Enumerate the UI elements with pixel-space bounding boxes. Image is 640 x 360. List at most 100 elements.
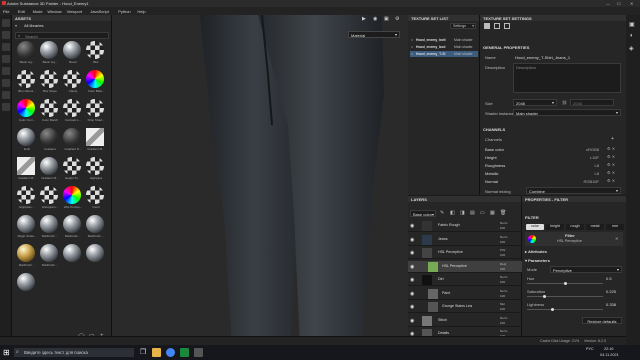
menu-item-javascript[interactable]: JavaScript [90, 9, 109, 14]
asset-tile[interactable]: Contrast L... [63, 99, 83, 123]
layer-row[interactable]: ◉ Grunge Stains Lea Mul 100 [408, 301, 522, 313]
eraser-icon[interactable] [2, 31, 10, 39]
visibility-eye-icon[interactable]: ◉ [410, 291, 414, 297]
radio-icon[interactable]: ○ [411, 52, 413, 56]
asset-tile[interactable]: Gradient [40, 128, 60, 152]
channel-toggle-metal[interactable]: metal [586, 224, 604, 230]
mesh-maps-tab-icon[interactable] [494, 23, 500, 29]
layer-name[interactable]: Paint [442, 291, 450, 295]
add-folder-icon[interactable]: ▭ [480, 210, 485, 216]
asset-tile[interactable]: Basic Lig... [17, 41, 37, 65]
display-settings-icon[interactable]: ⚙ [395, 16, 399, 22]
smudge-icon[interactable] [2, 67, 10, 75]
paint-brush-icon[interactable] [2, 19, 10, 27]
menu-item-edit[interactable]: Edit [18, 9, 25, 14]
task-view-icon[interactable]: ❐ [140, 348, 146, 356]
layer-name[interactable]: Dirt [438, 277, 444, 281]
param-value[interactable]: 0.225 [606, 289, 616, 294]
asset-tile[interactable]: Gradient M... [86, 128, 106, 152]
channel-options-icon[interactable]: ⚙ ✕ [607, 146, 615, 151]
filter-picker[interactable]: Filter HSL Perceptive ✕ [525, 232, 623, 246]
asset-tile[interactable]: MatFinish ... [63, 215, 83, 239]
menu-item-mode[interactable]: Mode [33, 9, 43, 14]
asset-tile[interactable]: Gradient M... [17, 157, 37, 181]
param-slider-track[interactable] [527, 309, 603, 310]
add-paint-layer-icon[interactable]: ▤ [470, 210, 475, 216]
material-picker-icon[interactable] [2, 103, 10, 111]
asset-tile[interactable]: Blur Slope [40, 70, 60, 94]
parameters-section[interactable]: ▾ Parameters [525, 258, 550, 263]
projection-icon[interactable] [2, 43, 10, 51]
layer-blend-mode[interactable]: Repl [500, 262, 506, 266]
param-slider-knob[interactable] [551, 308, 555, 311]
channel-row[interactable]: Height L16F ⚙ ✕ [485, 154, 623, 161]
play-icon[interactable]: ▶ [362, 16, 366, 22]
visibility-eye-icon[interactable]: ◉ [410, 318, 414, 324]
layer-row[interactable]: ◉ Dirt Norm 100 [408, 274, 522, 286]
asset-tile[interactable]: Emit [17, 128, 37, 152]
channel-options-icon[interactable]: ⚙ ✕ [607, 178, 615, 183]
channel-row[interactable]: Metallic L8 ⚙ ✕ [485, 170, 623, 177]
channel-options-icon[interactable]: ⚙ ✕ [607, 162, 615, 167]
channel-format[interactable]: L8 [561, 171, 599, 176]
geometry-fill-icon[interactable] [2, 55, 10, 63]
asset-tile[interactable]: MatFinish ... [17, 244, 37, 268]
viewport[interactable]: Material ▾ [112, 15, 408, 345]
asset-tile[interactable]: Color Match [40, 99, 60, 123]
screenshot-icon[interactable]: ▣ [384, 16, 389, 22]
visibility-eye-icon[interactable]: ◉ [410, 237, 414, 243]
layer-opacity[interactable]: 100 [500, 321, 505, 325]
asset-tile[interactable]: MatFinish ... [40, 215, 60, 239]
taskbar-search[interactable]: ⌕ Введите здесь текст для поиска [14, 348, 134, 357]
channel-format[interactable]: sRGB8 [561, 147, 599, 152]
add-effect-icon[interactable]: ✎ [440, 210, 444, 216]
layer-blend-mode[interactable]: Norm [500, 316, 507, 320]
asset-tile[interactable]: MatFinish ... [40, 244, 60, 268]
asset-tile[interactable]: Blur Directi... [17, 70, 37, 94]
baking-tab-icon[interactable] [504, 23, 510, 29]
visibility-eye-icon[interactable]: ◉ [410, 223, 414, 229]
maximize-icon[interactable]: ☐ [617, 1, 621, 6]
mode-select[interactable]: Perceptive ▾ [550, 266, 622, 273]
add-fill-layer-icon[interactable]: ◧ [450, 210, 455, 216]
channel-options-icon[interactable]: ⚙ ✕ [607, 154, 615, 159]
visibility-eye-icon[interactable]: ◉ [410, 277, 414, 283]
shader-settings-icon[interactable]: ◈ [629, 45, 634, 52]
channel-row[interactable]: Base color sRGB8 ⚙ ✕ [485, 146, 623, 153]
asset-tile[interactable]: Invert [86, 186, 106, 210]
language-indicator[interactable]: РУС [586, 347, 594, 351]
asset-tile[interactable] [86, 244, 106, 268]
channel-row[interactable]: Normal RGB16F ⚙ ✕ [485, 178, 623, 185]
app-taskbar-icon[interactable] [194, 348, 203, 357]
channel-toggle-nrm[interactable]: nrm [606, 224, 624, 230]
radio-icon[interactable]: ○ [411, 45, 413, 49]
asset-tile[interactable]: Highpass ... [17, 186, 37, 210]
restore-defaults-button[interactable]: Restore defaults [582, 317, 622, 324]
color-picker-icon[interactable] [2, 91, 10, 99]
param-slider-knob[interactable] [563, 282, 567, 285]
channel-toggle-height[interactable]: height [546, 224, 564, 230]
texture-set-icon[interactable]: ▣ [629, 21, 635, 28]
layer-name[interactable]: HSL Perceptive [438, 250, 463, 254]
menu-item-python[interactable]: Python [118, 9, 130, 14]
texture-set-settings-dropdown[interactable]: Settings ▾ [450, 23, 476, 29]
layer-row[interactable]: ◉ HSL Perceptive Pthr 100 [408, 247, 522, 259]
attributes-section[interactable]: ▸ Attributes [525, 249, 547, 254]
menu-item-file[interactable]: File [3, 9, 9, 14]
display-settings-icon[interactable]: ◑ [629, 33, 633, 39]
channel-format[interactable]: L8 [561, 163, 599, 168]
link-icon[interactable]: ⛓ [562, 100, 567, 105]
asset-tile[interactable]: Height To ... [63, 157, 83, 181]
menu-item-window[interactable]: Window [47, 9, 61, 14]
delete-layer-icon[interactable]: 🗑 [500, 210, 506, 216]
layer-opacity[interactable]: 100 [500, 307, 505, 311]
layer-blend-mode[interactable]: Norm [500, 275, 507, 279]
layer-blend-mode[interactable]: Norm [500, 235, 507, 239]
viewport-mode-select[interactable]: Material ▾ [348, 31, 400, 38]
layers-channel-select[interactable]: Base color ▾ [410, 210, 436, 217]
layer-row[interactable]: ◉ HSL Perceptive Repl 100 [408, 260, 522, 273]
assets-search-input[interactable]: ⌕ Search [15, 32, 109, 39]
layer-opacity[interactable]: 100 [500, 226, 505, 230]
asset-tile[interactable]: MatFinish ... [86, 215, 106, 239]
add-channel-icon[interactable]: + [611, 136, 614, 142]
